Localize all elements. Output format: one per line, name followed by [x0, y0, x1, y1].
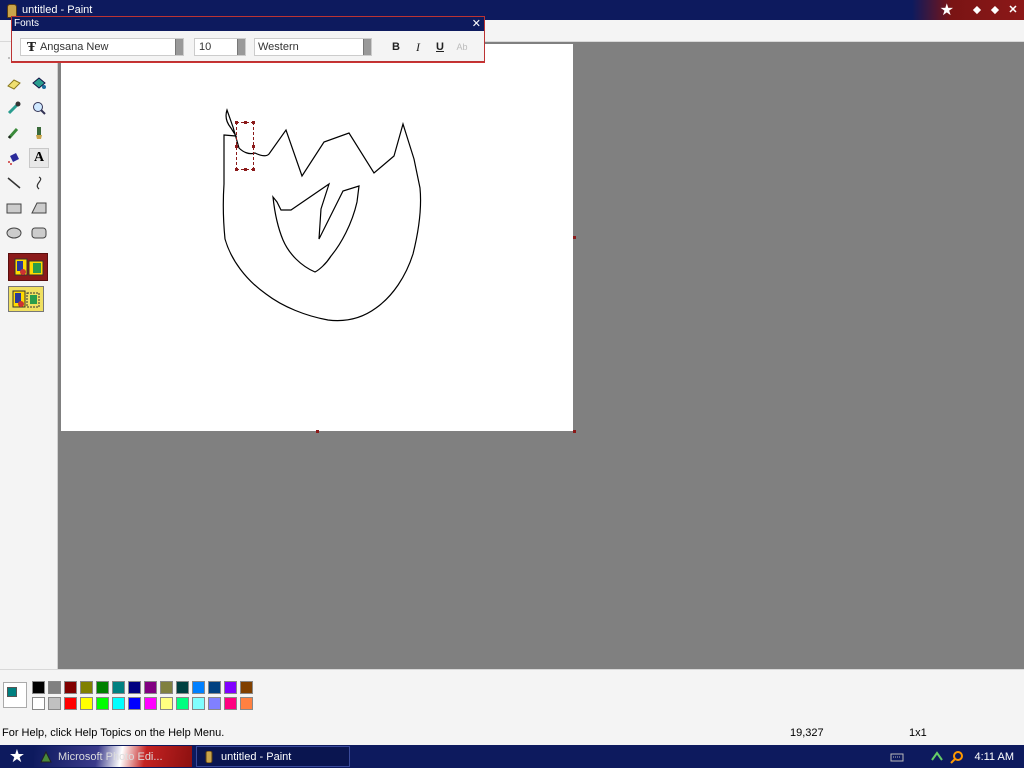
color-swatch[interactable] [224, 697, 237, 710]
color-swatch[interactable] [192, 681, 205, 694]
fonts-toolbar-row: Ŧ Angsana New 10 Western B I U Ab [20, 37, 472, 57]
cursor-coordinates: 19,327 [790, 727, 824, 739]
magnifier-icon[interactable] [29, 98, 49, 118]
color-swatch[interactable] [64, 697, 77, 710]
paint-bucket-icon[interactable] [4, 3, 18, 18]
fill-bucket-icon[interactable] [29, 73, 49, 93]
color-swatch[interactable] [176, 681, 189, 694]
color-swatch[interactable] [144, 681, 157, 694]
color-swatch[interactable] [160, 681, 173, 694]
taskbar-item-label: untitled - Paint [221, 750, 292, 763]
keyboard-icon[interactable] [890, 750, 904, 764]
drawing-canvas[interactable] [61, 44, 573, 431]
canvas-resize-handle-corner[interactable] [573, 430, 576, 433]
tool-box: A [0, 42, 58, 669]
color-swatch[interactable] [176, 697, 189, 710]
truetype-icon: Ŧ [27, 40, 36, 54]
ellipse-icon[interactable] [4, 223, 24, 243]
curve-icon[interactable] [29, 173, 49, 193]
color-swatch[interactable] [224, 681, 237, 694]
canvas-resize-handle-right[interactable] [573, 236, 576, 239]
canvas-resize-handle-bottom[interactable] [316, 430, 319, 433]
color-swatch[interactable] [208, 681, 221, 694]
color-swatch[interactable] [128, 681, 141, 694]
airbrush-icon[interactable] [4, 148, 24, 168]
color-swatch[interactable] [160, 697, 173, 710]
text-icon[interactable]: A [29, 148, 49, 168]
font-size-value: 10 [199, 41, 212, 53]
color-swatch[interactable] [48, 681, 61, 694]
color-swatch[interactable] [96, 697, 109, 710]
taskbar: ★ Microsoft Photo Edi... untitled - Pain… [0, 745, 1024, 768]
rounded-rectangle-icon[interactable] [29, 223, 49, 243]
color-swatch[interactable] [144, 697, 157, 710]
brush-icon[interactable] [29, 123, 49, 143]
bold-button[interactable]: B [386, 38, 406, 56]
status-bar: For Help, click Help Topics on the Help … [0, 719, 1024, 745]
window-title: untitled - Paint [22, 4, 93, 16]
fonts-toolbar: Fonts ✕ Ŧ Angsana New 10 Western B I U A… [11, 16, 485, 62]
color-swatch[interactable] [112, 697, 125, 710]
fonts-toolbar-title-text: Fonts [14, 18, 40, 29]
transparent-background-option[interactable] [8, 286, 44, 312]
color-swatch[interactable] [32, 697, 45, 710]
current-colors[interactable] [3, 682, 27, 708]
color-swatch[interactable] [64, 681, 77, 694]
start-button[interactable]: ★ [0, 745, 34, 768]
foreground-color [7, 687, 17, 697]
taskbar-item-paint[interactable]: untitled - Paint [196, 746, 350, 767]
chevron-down-icon[interactable] [175, 39, 183, 55]
color-swatch[interactable] [128, 697, 141, 710]
pick-color-icon[interactable] [4, 98, 24, 118]
color-swatch[interactable] [240, 697, 253, 710]
taskbar-item-label: Microsoft Photo Edi... [58, 750, 163, 763]
taskbar-item-photo-editor[interactable]: Microsoft Photo Edi... [34, 746, 192, 767]
clock: 4:11 AM [974, 750, 1014, 763]
font-name-combo[interactable]: Ŧ Angsana New [20, 38, 184, 56]
chevron-down-icon[interactable] [363, 39, 371, 55]
font-name-value: Angsana New [39, 41, 109, 53]
color-swatch[interactable] [32, 681, 45, 694]
maximize-icon[interactable]: ⬥ [988, 3, 1002, 17]
help-text: For Help, click Help Topics on the Help … [2, 727, 225, 739]
color-swatch[interactable] [80, 681, 93, 694]
color-swatch[interactable] [80, 697, 93, 710]
color-palette [0, 669, 1024, 719]
star-icon: ★ [939, 2, 954, 19]
script-combo[interactable]: Western [254, 38, 372, 56]
paint-bucket-icon [203, 750, 215, 763]
photo-editor-icon [40, 750, 52, 763]
close-icon[interactable]: ✕ [1006, 3, 1020, 17]
line-icon[interactable] [4, 173, 24, 193]
text-tool-label: A [33, 150, 45, 165]
pencil-icon[interactable] [4, 123, 24, 143]
color-swatch[interactable] [96, 681, 109, 694]
selection-size: 1x1 [909, 727, 927, 739]
italic-button[interactable]: I [408, 38, 428, 56]
network-icon[interactable] [930, 750, 944, 764]
close-icon[interactable]: ✕ [472, 17, 481, 31]
search-icon[interactable] [950, 750, 964, 764]
opaque-background-option[interactable] [8, 253, 48, 281]
text-selection-box[interactable] [235, 121, 255, 171]
color-swatch[interactable] [112, 681, 125, 694]
script-value: Western [258, 41, 299, 53]
system-tray: 4:11 AM [884, 745, 1024, 768]
fonts-toolbar-title: Fonts ✕ [12, 17, 484, 31]
color-swatch[interactable] [48, 697, 61, 710]
color-swatch[interactable] [192, 697, 205, 710]
chevron-down-icon[interactable] [237, 39, 245, 55]
underline-button[interactable]: U [430, 38, 450, 56]
polygon-icon[interactable] [29, 198, 49, 218]
font-size-combo[interactable]: 10 [194, 38, 246, 56]
minimize-icon[interactable]: ⬥ [970, 3, 984, 17]
eraser-icon[interactable] [4, 73, 24, 93]
color-swatch[interactable] [208, 697, 221, 710]
rectangle-icon[interactable] [4, 198, 24, 218]
title-controls: ★ ⬥ ⬥ ✕ [911, 0, 1024, 20]
drawing-strokes [222, 108, 422, 322]
color-swatch[interactable] [240, 681, 253, 694]
vertical-text-button[interactable]: Ab [452, 38, 472, 56]
